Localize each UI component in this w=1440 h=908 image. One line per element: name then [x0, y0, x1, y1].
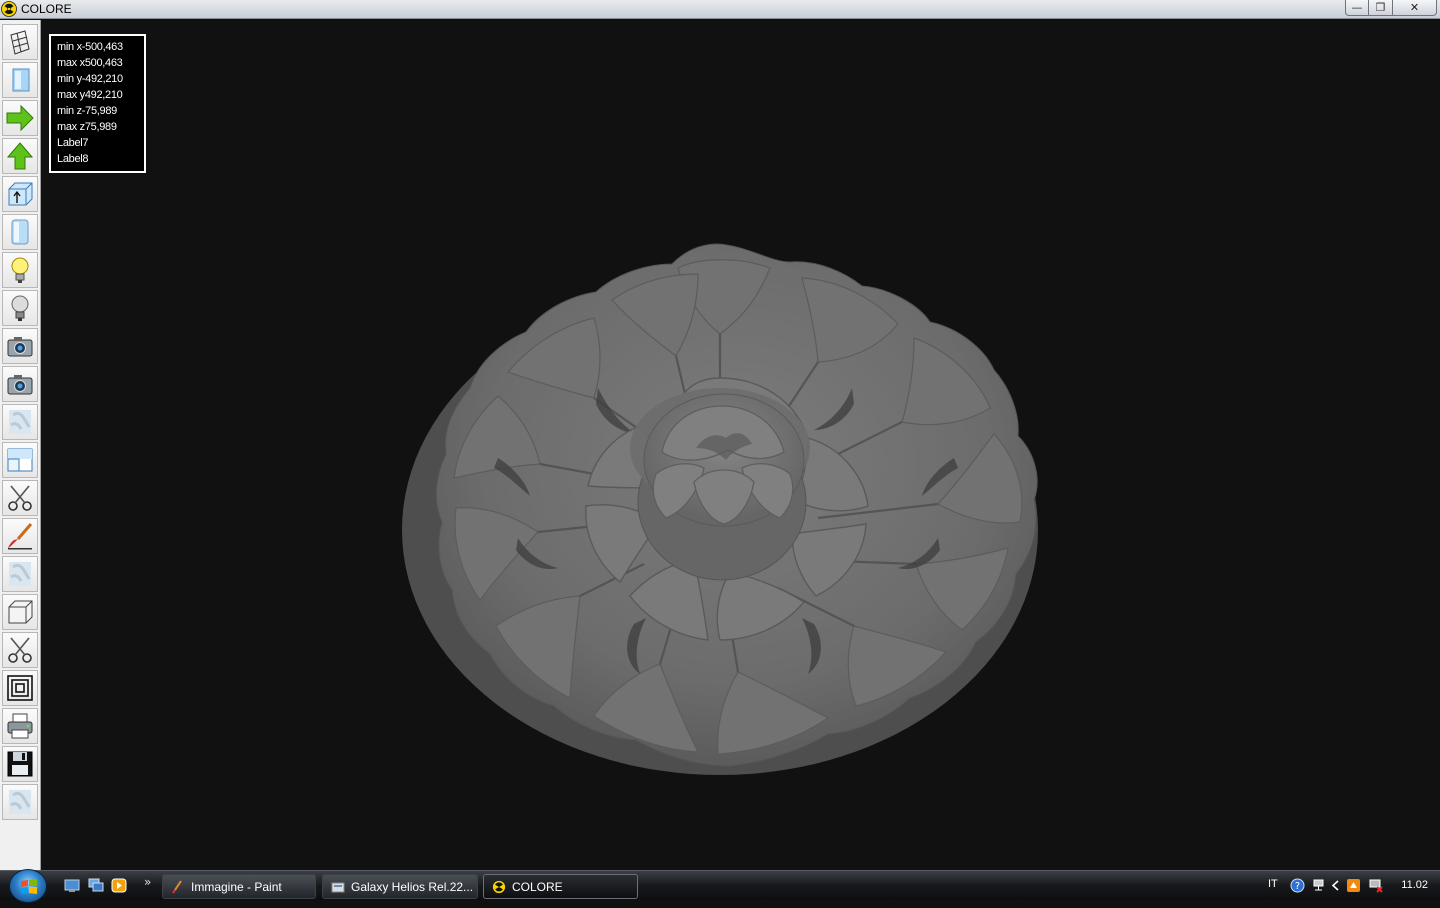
3d-viewport[interactable]: min x-500,463 max x500,463 min y-492,210…	[42, 20, 1440, 870]
tool-cut-2-button[interactable]	[2, 632, 38, 668]
camera-icon	[7, 375, 33, 395]
paintbrush-icon	[8, 523, 33, 550]
info-label8: Label8	[57, 153, 89, 165]
tool-extrude-button[interactable]	[2, 176, 38, 212]
texture-icon	[9, 562, 31, 586]
tool-print-button[interactable]	[2, 708, 38, 744]
blue-panel-icon	[12, 68, 30, 92]
taskbar-item-colore[interactable]: COLORE	[483, 874, 638, 899]
maximize-button[interactable]: ❐	[1369, 0, 1393, 16]
show-desktop-icon[interactable]	[64, 878, 80, 893]
tool-layers-button[interactable]	[2, 670, 38, 706]
paint-app-icon	[172, 879, 182, 894]
radiation-app-icon	[1, 1, 17, 17]
taskbar-item-paint[interactable]: Immagine - Paint	[162, 874, 316, 899]
close-button[interactable]: ✕	[1393, 0, 1437, 16]
left-toolbar	[0, 20, 41, 870]
title-bar: COLORE — ❐ ✕	[0, 0, 1440, 19]
tool-texture-3-button[interactable]	[2, 784, 38, 820]
floppy-disk-icon	[7, 751, 33, 777]
network-icon[interactable]	[1311, 878, 1326, 893]
tool-save-button[interactable]	[2, 746, 38, 782]
tool-light-off-button[interactable]	[2, 290, 38, 326]
tool-cut-button[interactable]	[2, 480, 38, 516]
info-max-x: max x500,463	[57, 57, 123, 69]
camera-icon	[7, 337, 33, 357]
cylinder-icon	[11, 219, 29, 245]
minimize-button[interactable]: —	[1345, 0, 1369, 16]
taskbar-item-label: COLORE	[512, 879, 563, 894]
tool-paint-button[interactable]	[2, 518, 38, 554]
help-icon[interactable]: ?	[1290, 878, 1305, 893]
tool-move-up-button[interactable]	[2, 138, 38, 174]
windows-logo-icon	[21, 879, 37, 894]
language-indicator[interactable]: IT	[1268, 878, 1278, 890]
tool-camera-2-button[interactable]	[2, 366, 38, 402]
chevron-left-icon[interactable]	[1328, 878, 1343, 893]
tool-cube-button[interactable]	[2, 594, 38, 630]
lightbulb-off-icon	[11, 295, 29, 321]
rosette-3d-model[interactable]	[398, 238, 1048, 778]
tool-cylinder-button[interactable]	[2, 214, 38, 250]
media-player-icon[interactable]	[111, 878, 127, 893]
switch-windows-icon[interactable]	[88, 878, 104, 893]
arrow-right-green-icon	[6, 104, 34, 132]
tool-texture-2-button[interactable]	[2, 556, 38, 592]
texture-icon	[9, 790, 31, 814]
info-min-z: min z-75,989	[57, 105, 117, 117]
info-min-x: min x-500,463	[57, 41, 123, 53]
svg-text:?: ?	[1295, 881, 1300, 892]
tool-move-right-button[interactable]	[2, 100, 38, 136]
info-label7: Label7	[57, 137, 89, 149]
radiation-app-icon	[492, 880, 506, 893]
texture-icon	[9, 410, 31, 434]
wireframe-box-icon	[10, 30, 30, 55]
taskbar-item-label: Galaxy Helios Rel.22...	[351, 879, 474, 894]
tool-wireframe-button[interactable]	[2, 24, 38, 60]
network-disconnected-icon[interactable]	[1368, 878, 1383, 893]
lightbulb-on-icon	[11, 257, 29, 283]
arrow-up-green-icon	[6, 142, 34, 170]
tool-panel-button[interactable]	[2, 62, 38, 98]
scissors-icon	[8, 485, 32, 511]
info-max-z: max z75,989	[57, 121, 117, 133]
tool-camera-button[interactable]	[2, 328, 38, 364]
start-button[interactable]	[9, 869, 47, 903]
taskbar: » Immagine - Paint Galaxy Helios Rel.22.…	[0, 869, 1440, 903]
window-icon	[7, 448, 33, 472]
clock[interactable]: 11.02	[1401, 879, 1428, 891]
cube-icon	[8, 600, 33, 624]
galaxy-app-icon	[331, 882, 345, 892]
tool-texture-button[interactable]	[2, 404, 38, 440]
info-max-y: max y492,210	[57, 89, 123, 101]
window-title: COLORE	[21, 2, 72, 16]
concentric-squares-icon	[7, 675, 33, 701]
box-arrow-up-icon	[8, 182, 33, 206]
scissors-icon	[8, 637, 32, 663]
taskbar-item-galaxy-helios[interactable]: Galaxy Helios Rel.22...	[322, 874, 478, 899]
printer-icon	[7, 713, 33, 739]
tool-light-on-button[interactable]	[2, 252, 38, 288]
info-min-y: min y-492,210	[57, 73, 123, 85]
taskbar-item-label: Immagine - Paint	[191, 879, 282, 894]
bounds-info-panel: min x-500,463 max x500,463 min y-492,210…	[49, 34, 146, 173]
tool-window-button[interactable]	[2, 442, 38, 478]
quick-launch-more-button[interactable]: »	[144, 875, 151, 889]
system-tray: IT ? 11.02	[1258, 871, 1440, 901]
app-tray-icon[interactable]	[1346, 878, 1361, 893]
